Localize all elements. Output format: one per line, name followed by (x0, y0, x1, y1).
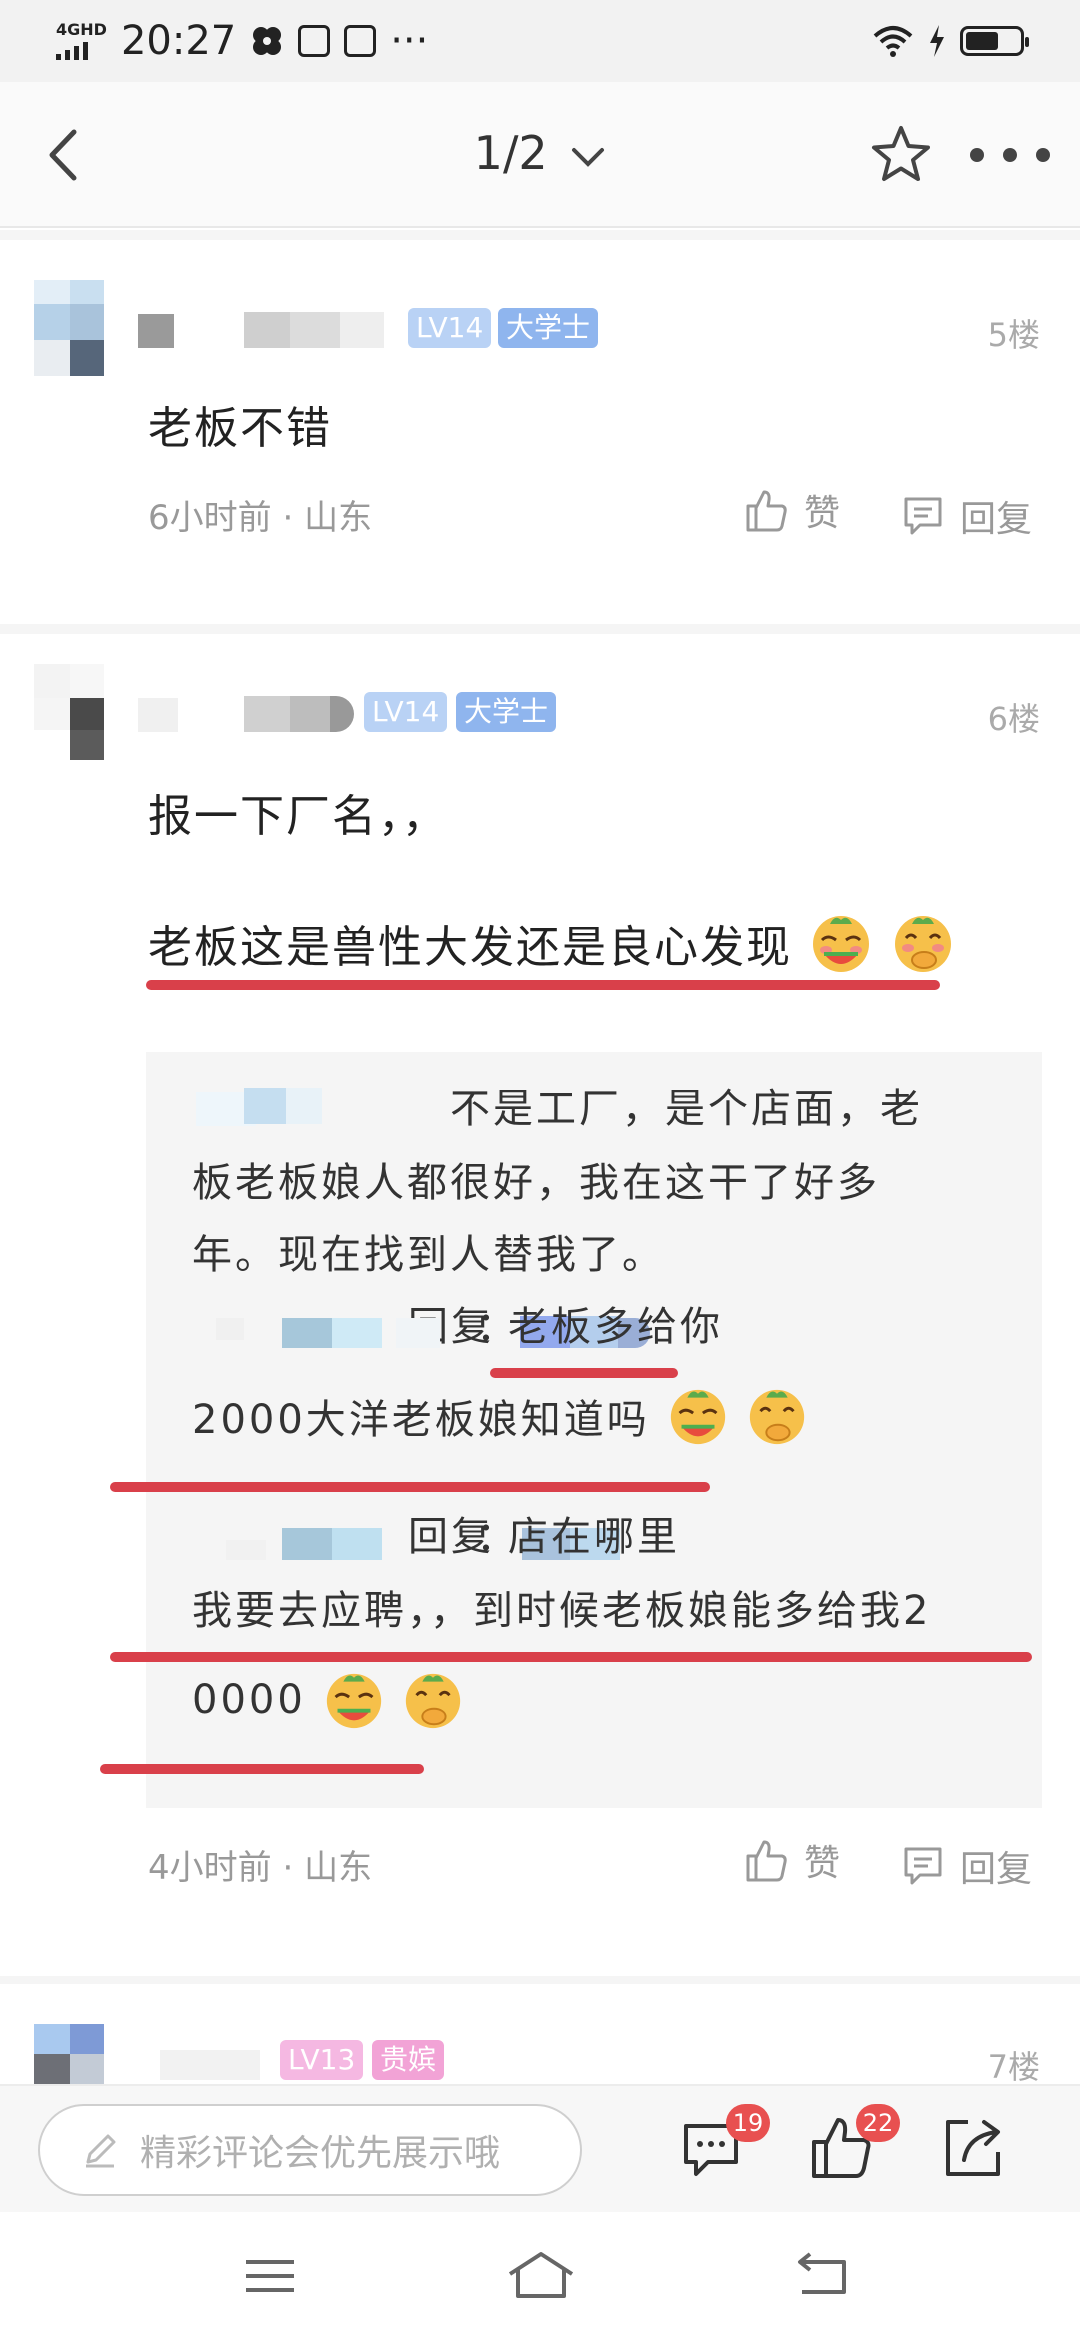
reply-1-line2: 板老板娘人都很好，我在这干了好多 (192, 1160, 880, 1206)
comment-location: 山东 (304, 498, 373, 538)
reply-label: 回复 (960, 1849, 1033, 1890)
comment-meta: 4小时前 · 山东 (148, 1848, 373, 1888)
reply-bubble-icon (904, 497, 942, 535)
system-navigation-bar (0, 2212, 1080, 2340)
like-button[interactable]: 赞 (742, 484, 840, 536)
share-icon (946, 2120, 1000, 2176)
level-badge: LV14 (408, 308, 492, 348)
avatar[interactable] (34, 2024, 104, 2084)
avatar[interactable] (34, 280, 104, 376)
like-button[interactable]: 赞 (742, 1834, 840, 1886)
watermelon-grin-emoji (670, 1389, 725, 1445)
level-badge: LV13 (280, 2040, 364, 2080)
comment-count-badge: 19 (726, 2104, 770, 2142)
reply-label: 回复 (960, 499, 1033, 540)
battery-icon (960, 26, 1029, 56)
comment-time: 4小时前 (148, 1848, 272, 1888)
title-badge: 大学士 (498, 308, 599, 348)
title-badge: 大学士 (456, 692, 557, 732)
reply-author-3[interactable] (226, 1540, 266, 1560)
chevron-down-icon (572, 147, 605, 167)
red-underline (110, 1652, 1032, 1662)
comment-floor-7: LV13 贵嫔 7楼 (0, 1984, 1080, 2084)
card-icon (298, 25, 331, 57)
comments-button[interactable]: 19 (676, 2104, 770, 2182)
reply-3-text3-row: 0000 (192, 1668, 465, 1732)
watermelon-grin-emoji (813, 916, 869, 972)
comment-input[interactable]: 精彩评论会优先展示哦 (38, 2104, 582, 2196)
status-more: ··· (390, 18, 429, 64)
like-post-button[interactable]: 22 (806, 2104, 900, 2182)
share-button[interactable] (938, 2112, 1008, 2182)
signal-icon: 4GHD (56, 22, 107, 60)
comment-location: 山东 (304, 1848, 373, 1888)
comment-time: 6小时前 (148, 498, 272, 538)
username[interactable] (160, 2044, 270, 2084)
level-badge: LV14 (364, 692, 448, 732)
like-label: 赞 (804, 493, 841, 534)
reply-author-2[interactable] (216, 1318, 244, 1340)
watermelon-grin-emoji (326, 1673, 381, 1729)
floor-number: 5楼 (987, 316, 1040, 354)
reply-2-text1: 老板多给你 (508, 1304, 723, 1350)
star-icon[interactable] (868, 122, 934, 188)
comment-text-line2: 老板这是兽性大发还是良心发现 (148, 910, 956, 976)
pinwheel-icon (253, 27, 282, 55)
avatar[interactable] (34, 664, 104, 760)
floor-number: 7楼 (987, 2048, 1040, 2084)
username[interactable] (138, 694, 358, 734)
more-dots-icon[interactable] (970, 132, 1050, 178)
home-icon[interactable] (506, 2248, 576, 2304)
network-type: 4GHD (56, 20, 107, 39)
giggle-emoji (750, 1389, 805, 1445)
charging-icon (930, 25, 944, 57)
reply-3-text3: 0000 (192, 1677, 306, 1723)
return-icon[interactable] (792, 2248, 852, 2304)
red-underline (100, 1764, 424, 1774)
giggle-emoji (895, 916, 951, 972)
reply-3-text2: 我要去应聘，，到时候老板娘能多给我2 (192, 1588, 932, 1634)
status-bar: 4GHD 20:27 ··· (0, 0, 1080, 82)
reply-3-text1: 店在哪里 (508, 1514, 680, 1560)
comment-meta: 6小时前 · 山东 (148, 498, 373, 538)
wifi-icon (873, 26, 913, 57)
reply-2-text2: 2000大洋老板娘知道吗 (192, 1397, 650, 1443)
comment-text-line1: 报一下厂名，， (148, 791, 448, 842)
reply-button[interactable]: 回复 (900, 1840, 1032, 1892)
red-underline (110, 1482, 710, 1492)
red-underline (490, 1368, 678, 1378)
reply-target-2[interactable] (396, 1318, 440, 1348)
page-indicator-text: 1/2 (473, 126, 548, 180)
red-underline (146, 980, 940, 990)
title-badge: 贵嫔 (372, 2040, 445, 2080)
floor-number: 6楼 (987, 700, 1040, 738)
notification-icon (344, 25, 377, 57)
comment-text: 老板不错 (148, 403, 332, 454)
reply-2-text2-row: 2000大洋老板娘知道吗 (192, 1384, 809, 1448)
reply-button[interactable]: 回复 (900, 490, 1032, 542)
like-label: 赞 (804, 1843, 841, 1884)
status-time: 20:27 (120, 18, 237, 64)
bottom-action-bar: 精彩评论会优先展示哦 19 22 (0, 2084, 1080, 2212)
thumb-up-icon (746, 1840, 787, 1882)
giggle-emoji (406, 1673, 461, 1729)
reply-1-line3: 年。现在找到人替我了。 (192, 1232, 665, 1278)
menu-icon[interactable] (240, 2248, 300, 2304)
reply-bubble-icon (904, 1847, 942, 1885)
like-count-badge: 22 (856, 2104, 900, 2142)
pencil-icon (86, 2134, 116, 2168)
comment-floor-5: LV14 大学士 5楼 老板不错 6小时前 · 山东 赞 回复 (0, 240, 1080, 624)
thumb-up-icon (746, 490, 787, 532)
comment-text-line2-text: 老板这是兽性大发还是良心发现 (148, 922, 792, 973)
comment-input-placeholder: 精彩评论会优先展示哦 (140, 2133, 501, 2174)
reply-thread[interactable]: 不是工厂，是个店面，老 板老板娘人都很好，我在这干了好多 年。现在找到人替我了。… (100, 1052, 1042, 1808)
username[interactable] (138, 310, 388, 350)
top-nav-bar: 1/2 (0, 82, 1080, 228)
reply-1-line1: 不是工厂，是个店面，老 (450, 1086, 923, 1132)
